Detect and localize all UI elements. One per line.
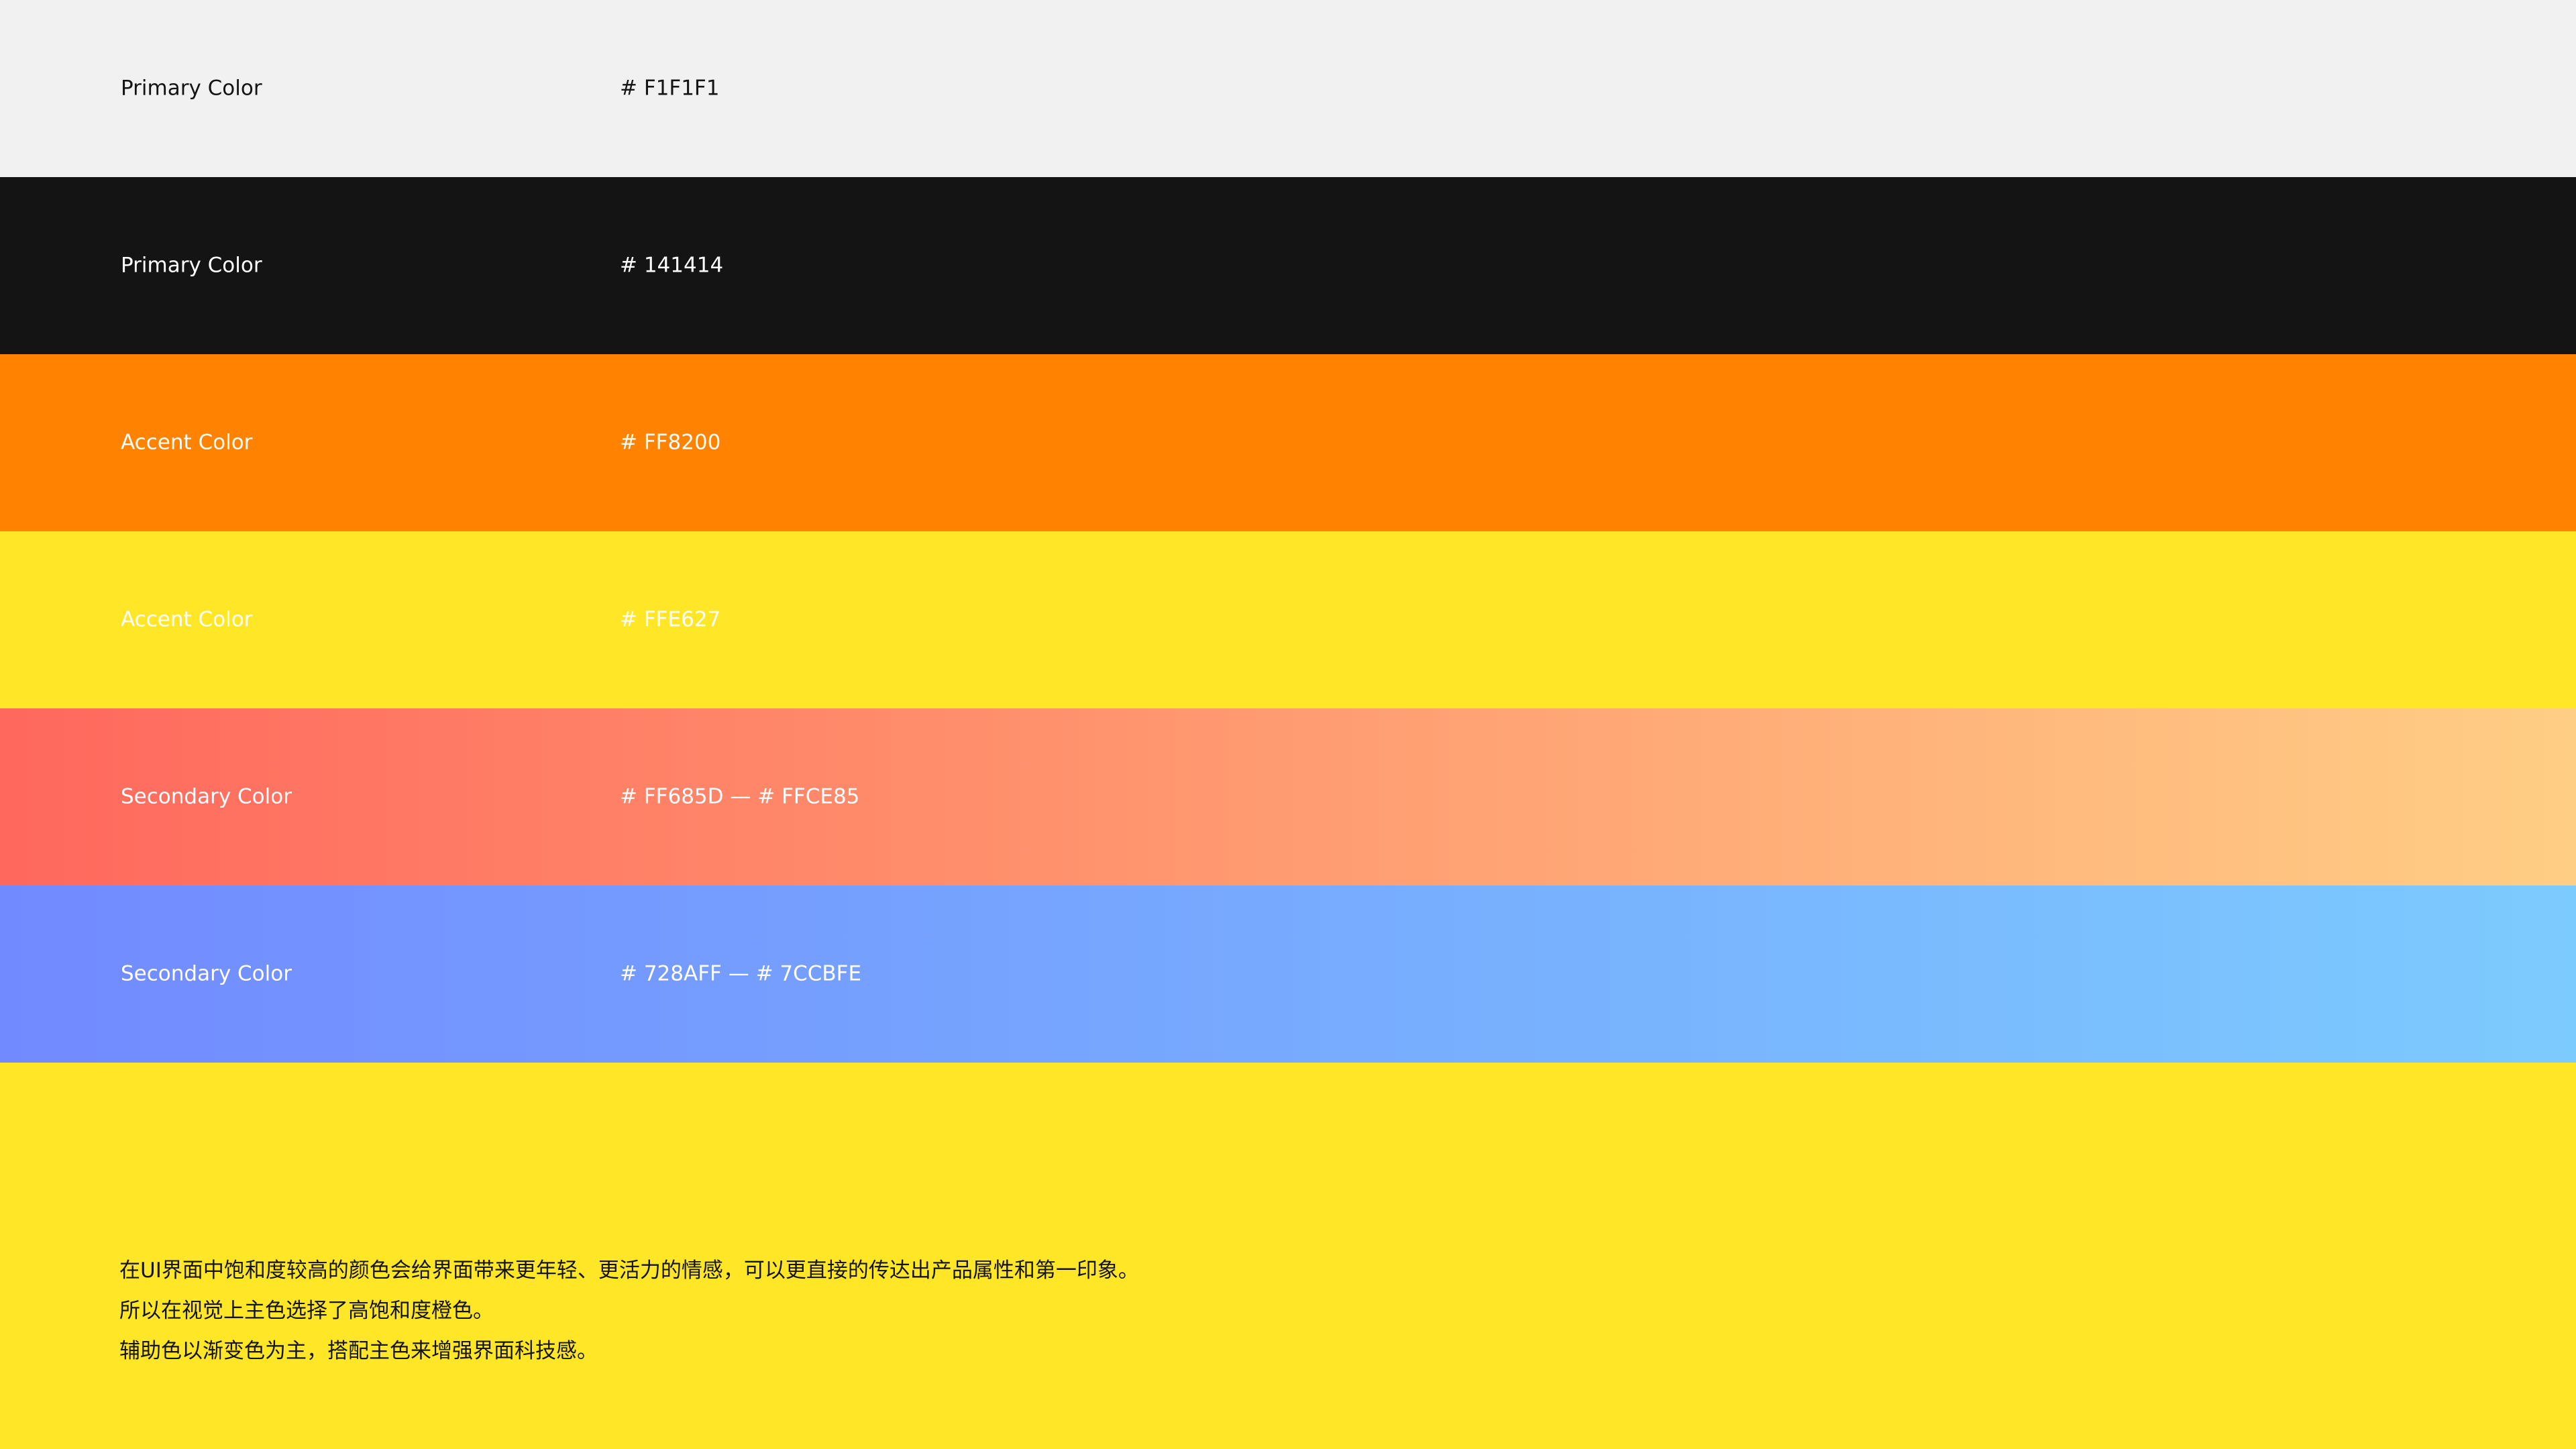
swatch-label: Primary Color bbox=[121, 253, 262, 278]
palette-description: 在UI界面中饱和度较高的颜色会给界面带来更年轻、更活力的情感，可以更直接的传达出… bbox=[119, 1250, 2400, 1371]
color-palette-page: Primary Color # F1F1F1 Primary Color # 1… bbox=[0, 0, 2576, 1449]
description-line: 所以在视觉上主色选择了高饱和度橙色。 bbox=[119, 1299, 494, 1323]
swatch-accent-orange: Accent Color # FF8200 bbox=[0, 354, 2576, 531]
swatch-hex-value: # FFE627 bbox=[620, 607, 721, 632]
swatch-hex-value: # FF685D — # FFCE85 bbox=[620, 784, 860, 809]
description-line: 在UI界面中饱和度较高的颜色会给界面带来更年轻、更活力的情感，可以更直接的传达出… bbox=[119, 1258, 1139, 1283]
swatch-primary-light: Primary Color # F1F1F1 bbox=[0, 0, 2576, 177]
swatch-hex-value: # 141414 bbox=[620, 253, 724, 278]
swatch-label: Accent Color bbox=[121, 430, 253, 455]
swatch-accent-yellow: Accent Color # FFE627 bbox=[0, 531, 2576, 708]
swatch-secondary-warm-gradient: Secondary Color # FF685D — # FFCE85 bbox=[0, 708, 2576, 885]
swatch-primary-dark: Primary Color # 141414 bbox=[0, 177, 2576, 354]
swatch-label: Primary Color bbox=[121, 76, 262, 101]
swatch-hex-value: # F1F1F1 bbox=[620, 76, 720, 101]
swatch-hex-value: # 728AFF — # 7CCBFE bbox=[620, 961, 862, 986]
swatch-label: Accent Color bbox=[121, 607, 253, 632]
swatch-secondary-cool-gradient: Secondary Color # 728AFF — # 7CCBFE bbox=[0, 885, 2576, 1063]
description-line: 辅助色以渐变色为主，搭配主色来增强界面科技感。 bbox=[119, 1339, 598, 1363]
swatch-label: Secondary Color bbox=[121, 784, 292, 809]
swatch-label: Secondary Color bbox=[121, 961, 292, 986]
swatch-hex-value: # FF8200 bbox=[620, 430, 721, 455]
